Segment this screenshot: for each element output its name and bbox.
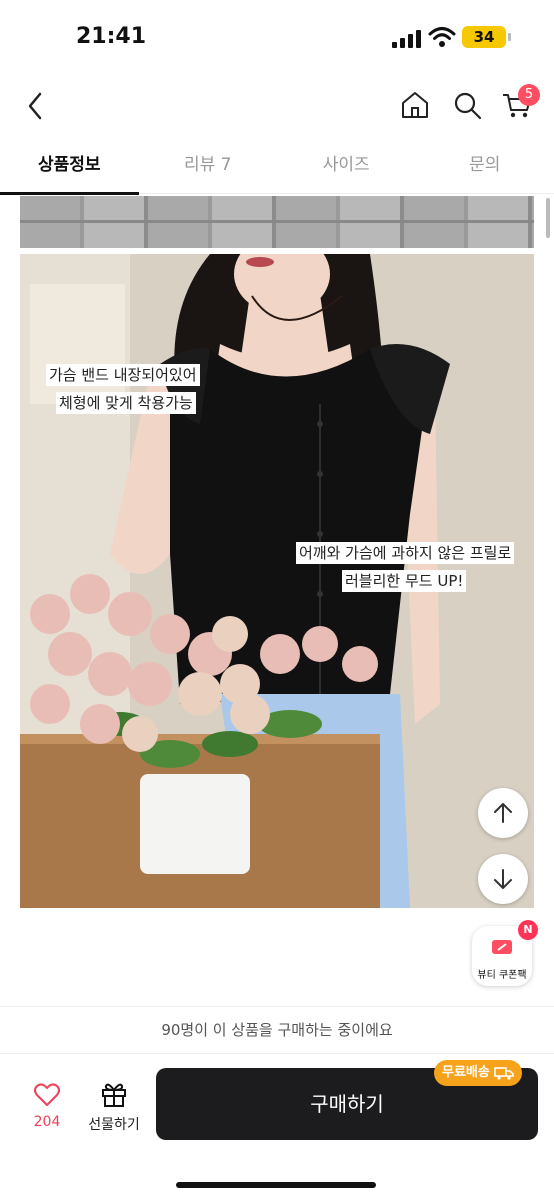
coupon-ticket-icon: [492, 940, 512, 954]
tab-product-info[interactable]: 상품정보: [0, 140, 139, 195]
caption-frill-line2: 러블리한 무드 UP!: [342, 570, 467, 592]
purchasing-now-notice: 90명이 이 상품을 구매하는 중이에요: [0, 1006, 554, 1054]
tab-reviews[interactable]: 리뷰 7: [139, 140, 278, 193]
scroll-up-button[interactable]: [478, 788, 528, 838]
tab-size[interactable]: 사이즈: [277, 140, 416, 193]
gift-icon: [102, 1083, 126, 1107]
status-time: 21:41: [76, 24, 147, 49]
bottom-action-bar: 204 선물하기 구매하기 무료배송: [0, 1054, 554, 1200]
truck-icon: [494, 1066, 515, 1080]
scroll-down-button[interactable]: [478, 854, 528, 904]
gift-label: 선물하기: [88, 1117, 140, 1133]
product-detail-content[interactable]: 가슴 밴드 내장되어있어 체형에 맞게 착용가능 어깨와 가슴에 과하지 않은 …: [0, 196, 554, 1004]
coupon-label: 뷰티 쿠폰팩: [477, 970, 527, 981]
search-icon[interactable]: [450, 88, 484, 122]
battery-level: 34: [473, 28, 495, 46]
cart-count-badge: 5: [518, 84, 540, 106]
caption-chest-band-line1: 가슴 밴드 내장되어있어: [46, 364, 200, 386]
caption-chest-band-line2: 체형에 맞게 착용가능: [56, 392, 196, 414]
arrow-down-icon: [494, 869, 512, 889]
like-count: 204: [33, 1114, 61, 1130]
home-indicator: [176, 1182, 376, 1188]
top-navigation: [0, 76, 554, 136]
beauty-coupon-pack-button[interactable]: 뷰티 쿠폰팩 N: [472, 920, 538, 986]
home-icon[interactable]: [398, 88, 432, 122]
product-tabs: 상품정보 리뷰 7 사이즈 문의: [0, 140, 554, 195]
heart-icon: [34, 1083, 60, 1106]
arrow-up-icon: [494, 803, 512, 823]
wifi-icon: [428, 27, 456, 47]
scrollbar[interactable]: [546, 198, 550, 238]
tab-inquiry[interactable]: 문의: [416, 140, 554, 193]
cellular-signal-icon: [392, 30, 421, 48]
caption-frill-line1: 어깨와 가슴에 과하지 않은 프릴로: [296, 542, 515, 564]
free-shipping-badge: 무료배송: [434, 1060, 523, 1086]
like-button[interactable]: 204: [22, 1082, 72, 1130]
gift-button[interactable]: 선물하기: [82, 1080, 146, 1134]
back-arrow-icon[interactable]: [22, 88, 50, 124]
free-shipping-label: 무료배송: [442, 1065, 490, 1080]
new-badge: N: [518, 920, 538, 940]
status-bar: 21:41 34: [0, 0, 554, 76]
battery-indicator: 34: [462, 26, 511, 48]
product-photo-top: [20, 196, 534, 248]
